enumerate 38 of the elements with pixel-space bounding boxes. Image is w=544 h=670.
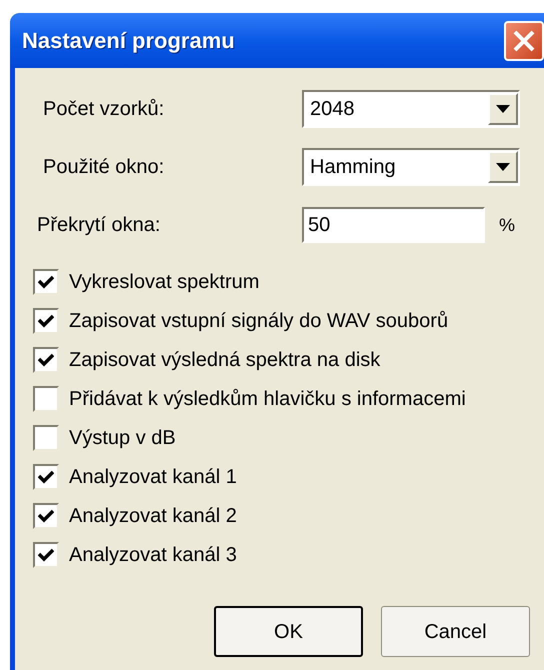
- checkbox-label[interactable]: Přidávat k výsledkům hlavičku s informacemi: [69, 384, 466, 414]
- field-label: Použité okno:: [42, 155, 166, 180]
- dropdown[interactable]: Hamming: [302, 148, 520, 186]
- check-icon: [38, 508, 54, 522]
- ok-button[interactable]: OK: [214, 606, 363, 657]
- checkbox[interactable]: [33, 502, 59, 528]
- checkbox-label[interactable]: Analyzovat kanál 3: [69, 540, 237, 570]
- check-icon: [38, 548, 54, 562]
- checkbox[interactable]: [33, 542, 59, 568]
- check-icon: [38, 274, 54, 288]
- checkbox[interactable]: [33, 464, 59, 490]
- check-icon: [38, 470, 54, 484]
- close-button[interactable]: [504, 20, 544, 60]
- checkbox[interactable]: [33, 386, 59, 412]
- checkbox[interactable]: [33, 268, 59, 294]
- unit-label: %: [499, 214, 516, 236]
- checkbox-label[interactable]: Vykreslovat spektrum: [69, 266, 260, 296]
- field-label: Překrytí okna:: [36, 213, 162, 238]
- checkbox[interactable]: [33, 308, 59, 334]
- cancel-button[interactable]: Cancel: [381, 606, 530, 657]
- checkbox-label[interactable]: Zapisovat vstupní signály do WAV souborů: [69, 306, 448, 336]
- caret-icon: [496, 105, 510, 113]
- field-label: Počet vzorků:: [42, 97, 166, 122]
- checkbox[interactable]: [33, 346, 59, 372]
- checkbox[interactable]: [33, 424, 59, 450]
- close-icon: [512, 28, 536, 52]
- dropdown-button[interactable]: [488, 151, 518, 183]
- checkbox-label[interactable]: Výstup v dB: [69, 422, 176, 452]
- dropdown[interactable]: 2048: [302, 90, 520, 128]
- checkbox-label[interactable]: Analyzovat kanál 1: [69, 462, 237, 492]
- window-title: Nastavení programu: [22, 27, 235, 55]
- check-icon: [38, 352, 54, 366]
- input-field[interactable]: 50: [302, 207, 485, 243]
- dropdown-button[interactable]: [488, 93, 518, 125]
- check-icon: [38, 314, 54, 328]
- checkbox-label[interactable]: Zapisovat výsledná spektra na disk: [69, 344, 380, 374]
- checkbox-label[interactable]: Analyzovat kanál 2: [69, 500, 237, 530]
- caret-icon: [496, 163, 510, 171]
